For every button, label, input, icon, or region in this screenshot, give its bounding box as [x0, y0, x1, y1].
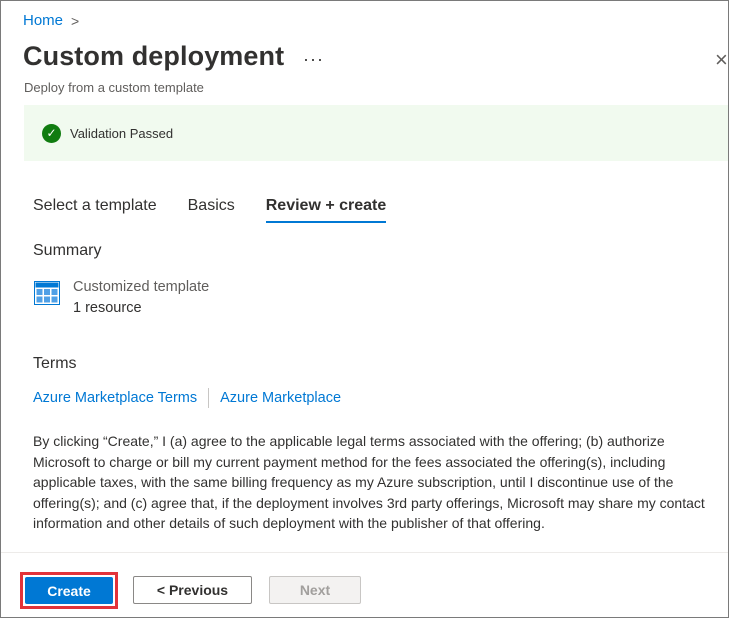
template-name: Customized template — [73, 279, 210, 295]
next-button[interactable]: Next — [269, 576, 361, 604]
page-title: Custom deployment — [23, 41, 285, 71]
tab-select-a-template[interactable]: Select a template — [33, 197, 157, 223]
template-summary: Customized template 1 resource — [73, 277, 209, 319]
more-options-icon[interactable]: ··· — [303, 49, 324, 70]
template-icon — [34, 281, 60, 305]
validation-status-text: Validation Passed — [70, 125, 174, 141]
resource-count: 1 resource — [73, 300, 142, 316]
footer-divider — [1, 552, 728, 553]
checkmark-circle-icon: ✓ — [42, 123, 61, 143]
page-subtitle: Deploy from a custom template — [24, 80, 204, 95]
previous-button[interactable]: < Previous — [133, 576, 252, 604]
terms-heading: Terms — [33, 355, 77, 372]
breadcrumb-home-link[interactable]: Home — [23, 12, 63, 29]
validation-banner: ✓ Validation Passed — [24, 105, 728, 161]
custom-deployment-blade: Home > Custom deployment ··· × Deploy fr… — [0, 0, 729, 618]
terms-links: Azure Marketplace Terms Azure Marketplac… — [33, 388, 341, 408]
breadcrumb: Home > — [23, 12, 79, 29]
wizard-tabs: Select a template Basics Review + create — [33, 197, 387, 223]
summary-heading: Summary — [33, 242, 102, 259]
chevron-right-icon: > — [71, 12, 80, 29]
create-button[interactable]: Create — [25, 577, 113, 604]
tab-basics[interactable]: Basics — [188, 197, 235, 223]
azure-marketplace-terms-link[interactable]: Azure Marketplace Terms — [33, 390, 197, 406]
close-icon[interactable]: × — [715, 47, 728, 73]
link-divider — [208, 388, 210, 408]
azure-marketplace-link[interactable]: Azure Marketplace — [220, 390, 341, 406]
tab-review-create[interactable]: Review + create — [265, 197, 387, 223]
terms-text: By clicking “Create,” I (a) agree to the… — [33, 433, 705, 531]
